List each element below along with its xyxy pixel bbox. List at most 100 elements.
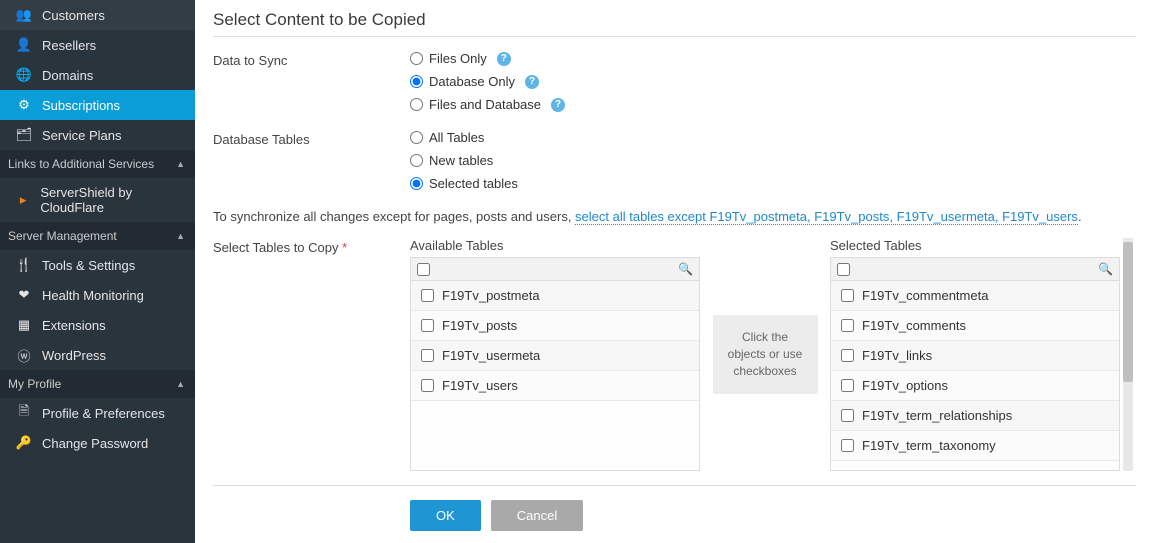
list-item-checkbox[interactable]	[841, 349, 854, 362]
section-label: My Profile	[8, 377, 61, 391]
sidebar-section-links[interactable]: Links to Additional Services▲	[0, 150, 195, 178]
sidebar-item-label: Subscriptions	[42, 98, 120, 113]
list-item-checkbox[interactable]	[841, 439, 854, 452]
list-item-checkbox[interactable]	[421, 319, 434, 332]
radio-label: Database Only	[429, 74, 515, 89]
section-label: Server Management	[8, 229, 117, 243]
list-item-label: F19Tv_term_taxonomy	[862, 438, 996, 453]
list-item[interactable]: F19Tv_term_relationships	[831, 401, 1119, 431]
selected-select-all-checkbox[interactable]	[837, 263, 850, 276]
folder-icon: 🗂	[16, 127, 32, 143]
gear-icon: ⚙	[16, 97, 32, 113]
sidebar-item-extensions[interactable]: ▦Extensions	[0, 310, 195, 340]
sidebar-item-label: Resellers	[42, 38, 96, 53]
globe-icon: 🌐	[16, 67, 32, 83]
sidebar-item-label: WordPress	[42, 348, 106, 363]
cancel-button[interactable]: Cancel	[491, 500, 583, 531]
data-sync-label: Data to Sync	[213, 51, 410, 68]
main-content: Select Content to be Copied Data to Sync…	[195, 0, 1154, 543]
sidebar-item-label: ServerShield by CloudFlare	[40, 185, 183, 215]
radio-new-tables[interactable]	[410, 154, 423, 167]
list-item-checkbox[interactable]	[421, 379, 434, 392]
sidebar-item-profile-preferences[interactable]: 🗎Profile & Preferences	[0, 398, 195, 428]
available-search-bar: 🔍	[410, 257, 700, 281]
selected-tables-column: Selected Tables 🔍 F19Tv_commentmetaF19Tv…	[830, 238, 1120, 471]
person-icon: 👤	[16, 37, 32, 53]
help-icon[interactable]: ?	[525, 75, 539, 89]
list-item-label: F19Tv_posts	[442, 318, 517, 333]
list-item-label: F19Tv_commentmeta	[862, 288, 988, 303]
list-item[interactable]: F19Tv_users	[411, 371, 699, 401]
sidebar-item-subscriptions[interactable]: ⚙ Subscriptions	[0, 90, 195, 120]
radio-label: New tables	[429, 153, 493, 168]
ok-button[interactable]: OK	[410, 500, 481, 531]
available-select-all-checkbox[interactable]	[417, 263, 430, 276]
transfer-hint-box: Click the objects or use checkboxes	[713, 315, 818, 393]
selected-tables-list[interactable]: F19Tv_commentmeta F19Tv_comments F19Tv_lin…	[830, 281, 1120, 471]
sidebar-item-service-plans[interactable]: 🗂 Service Plans	[0, 120, 195, 150]
radio-files-only[interactable]	[410, 52, 423, 65]
sidebar-item-health-monitoring[interactable]: ❤Health Monitoring	[0, 280, 195, 310]
sidebar-item-wordpress[interactable]: ⓦ WordPress	[0, 340, 195, 370]
grid-icon: ▦	[16, 317, 32, 333]
list-item-checkbox[interactable]	[841, 409, 854, 422]
available-tables-list[interactable]: F19Tv_postmeta F19Tv_posts F19Tv_usermeta F…	[410, 281, 700, 471]
sidebar-item-label: Service Plans	[42, 128, 121, 143]
sync-note-link[interactable]: select all tables except F19Tv_postmeta,…	[575, 209, 1078, 225]
list-item[interactable]: F19Tv_commentmeta	[831, 281, 1119, 311]
list-item[interactable]: F19Tv_term_taxonomy	[831, 431, 1119, 461]
list-item-checkbox[interactable]	[841, 289, 854, 302]
list-item-checkbox[interactable]	[421, 289, 434, 302]
sidebar-section-profile[interactable]: My Profile ▲	[0, 370, 195, 398]
chevron-up-icon: ▲	[176, 231, 185, 241]
list-item-checkbox[interactable]	[841, 319, 854, 332]
sidebar-item-customers[interactable]: 👥Customers	[0, 0, 195, 30]
page-title: Select Content to be Copied	[213, 10, 1136, 37]
cloudflare-icon: ▸	[16, 192, 30, 208]
section-label: Links to Additional Services	[8, 157, 154, 171]
list-item[interactable]: F19Tv_options	[831, 371, 1119, 401]
search-icon[interactable]: 🔍	[678, 262, 693, 276]
help-icon[interactable]: ?	[497, 52, 511, 66]
scrollbar-thumb[interactable]	[1123, 242, 1133, 382]
sidebar: 👥Customers 👤 Resellers 🌐Domains ⚙ Subscrip…	[0, 0, 195, 543]
help-icon[interactable]: ?	[551, 98, 565, 112]
selected-search-input[interactable]	[856, 262, 1092, 276]
available-search-input[interactable]	[436, 262, 672, 276]
sidebar-item-servershield[interactable]: ▸ ServerShield by CloudFlare	[0, 178, 195, 222]
radio-selected-tables[interactable]	[410, 177, 423, 190]
chevron-up-icon: ▲	[176, 379, 185, 389]
select-tables-label-text: Select Tables to Copy	[213, 240, 339, 255]
sidebar-section-server[interactable]: Server Management ▲	[0, 222, 195, 250]
sidebar-item-domains[interactable]: 🌐Domains	[0, 60, 195, 90]
list-item-checkbox[interactable]	[421, 349, 434, 362]
tools-icon: 🍴	[16, 257, 32, 273]
radio-files-and-database[interactable]	[410, 98, 423, 111]
sync-note-suffix: .	[1078, 209, 1082, 224]
list-item-label: F19Tv_usermeta	[442, 348, 540, 363]
list-item[interactable]: F19Tv_postmeta	[411, 281, 699, 311]
radio-label: All Tables	[429, 130, 484, 145]
sync-note-prefix: To synchronize all changes except for pa…	[213, 209, 575, 224]
list-item[interactable]: F19Tv_usermeta	[411, 341, 699, 371]
selected-search-bar: 🔍	[830, 257, 1120, 281]
list-item-checkbox[interactable]	[841, 379, 854, 392]
wordpress-icon: ⓦ	[16, 347, 32, 363]
scrollbar[interactable]	[1123, 238, 1133, 471]
search-icon[interactable]: 🔍	[1098, 262, 1113, 276]
sidebar-item-resellers[interactable]: 👤 Resellers	[0, 30, 195, 60]
radio-all-tables[interactable]	[410, 131, 423, 144]
sidebar-item-label: Change Password	[42, 436, 148, 451]
sidebar-item-change-password[interactable]: 🔑Change Password	[0, 428, 195, 458]
sidebar-item-tools-settings[interactable]: 🍴 Tools & Settings	[0, 250, 195, 280]
list-item[interactable]: F19Tv_comments	[831, 311, 1119, 341]
list-item[interactable]: F19Tv_posts	[411, 311, 699, 341]
list-item-label: F19Tv_comments	[862, 318, 966, 333]
list-item-label: F19Tv_options	[862, 378, 948, 393]
db-tables-label: Database Tables	[213, 130, 410, 147]
list-item-label: F19Tv_links	[862, 348, 932, 363]
radio-database-only[interactable]	[410, 75, 423, 88]
sidebar-item-label: Tools & Settings	[42, 258, 135, 273]
sidebar-item-label: Customers	[42, 8, 105, 23]
list-item[interactable]: F19Tv_links	[831, 341, 1119, 371]
